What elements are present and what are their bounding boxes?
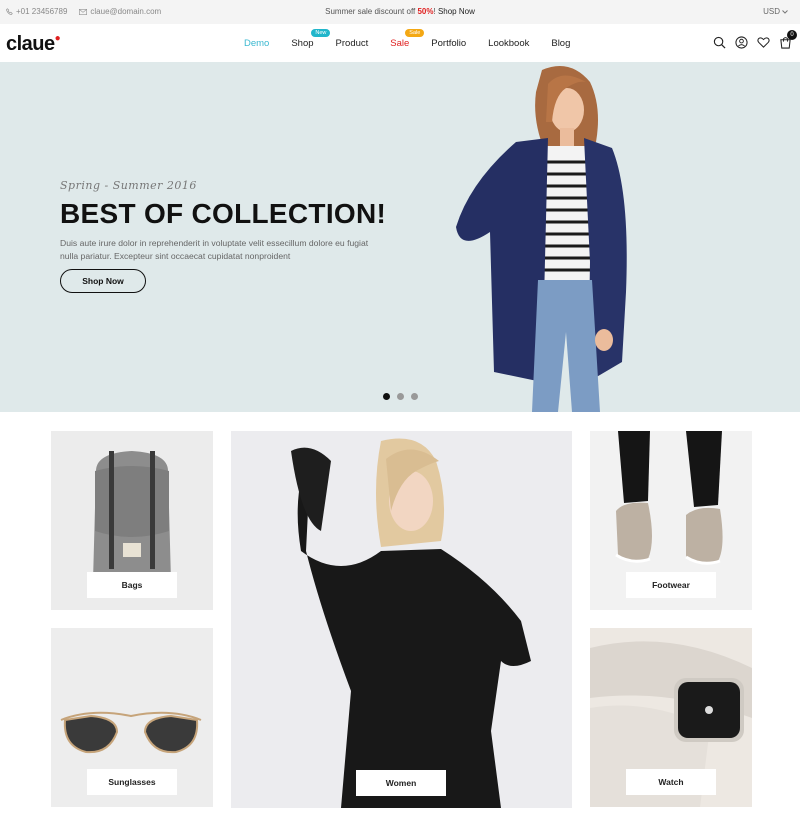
logo-dot: ● [54, 33, 61, 44]
nav-label: Shop [291, 38, 314, 49]
cart-button[interactable]: 0 [779, 30, 797, 49]
promo-banner: Summer sale discount off 50%! Shop Now [0, 7, 800, 16]
header-actions: 0 [713, 30, 797, 49]
nav-label: Lookbook [488, 38, 530, 49]
main-header: claue● Demo Shop New Product Sale Sale Por… [0, 24, 800, 62]
nav-lookbook[interactable]: Lookbook [488, 38, 529, 49]
slider-dot[interactable] [411, 393, 418, 400]
nav-portfolio[interactable]: Portfolio [431, 38, 466, 49]
category-label[interactable]: Bags [87, 572, 177, 598]
nav-sale[interactable]: Sale Sale [390, 29, 425, 49]
nav-label: Blog [551, 38, 571, 49]
top-bar: +01 23456789 claue@domain.com Summer sal… [0, 0, 800, 24]
slider-dot[interactable] [383, 393, 390, 400]
slider-dot[interactable] [397, 393, 404, 400]
category-women[interactable]: Women [231, 431, 572, 808]
nav-shop[interactable]: Shop New [291, 29, 331, 49]
nav-label: Demo [244, 38, 270, 49]
category-label[interactable]: Women [356, 770, 446, 796]
nav-label: Product [335, 38, 369, 49]
category-label[interactable]: Watch [626, 769, 716, 795]
promo-percent: 50% [417, 7, 434, 16]
nav-demo[interactable]: Demo [244, 38, 269, 49]
hero-title: BEST OF COLLECTION! [60, 198, 387, 229]
category-sunglasses[interactable]: Sunglasses [51, 628, 213, 807]
nav-product[interactable]: Product [336, 38, 369, 49]
chevron-down-icon [782, 9, 788, 14]
shop-now-button[interactable]: Shop Now [60, 269, 146, 293]
currency-selector[interactable]: USD [763, 7, 788, 16]
cart-count: 0 [787, 30, 797, 40]
category-footwear[interactable]: Footwear [590, 431, 752, 610]
promo-shop-link[interactable]: Shop Now [438, 7, 475, 16]
nav-blog[interactable]: Blog [551, 38, 570, 49]
nav-label: Portfolio [431, 38, 467, 49]
heart-icon[interactable] [757, 36, 770, 49]
category-watch[interactable]: Watch [590, 628, 752, 807]
hero-model-image [456, 66, 627, 412]
nav-label: Sale [390, 38, 410, 49]
user-icon[interactable] [735, 36, 748, 49]
promo-text: Summer sale discount off [325, 7, 418, 16]
sale-badge: Sale [405, 29, 425, 37]
search-icon[interactable] [713, 36, 726, 49]
logo-text: claue [6, 33, 55, 55]
logo[interactable]: claue● [6, 33, 61, 56]
main-nav: Demo Shop New Product Sale Sale Portfolio … [244, 29, 592, 49]
hero-description: Duis aute irure dolor in reprehenderit i… [60, 238, 369, 261]
category-label[interactable]: Footwear [626, 572, 716, 598]
category-bags[interactable]: Bags [51, 431, 213, 610]
slider-dots [383, 393, 418, 400]
hero-slider: Spring - Summer 2016 BEST OF COLLECTION!… [0, 62, 800, 412]
new-badge: New [311, 29, 331, 37]
hero-subtitle: Spring - Summer 2016 [60, 179, 197, 192]
currency-label: USD [763, 7, 780, 16]
category-label[interactable]: Sunglasses [87, 769, 177, 795]
women-image [291, 438, 531, 808]
